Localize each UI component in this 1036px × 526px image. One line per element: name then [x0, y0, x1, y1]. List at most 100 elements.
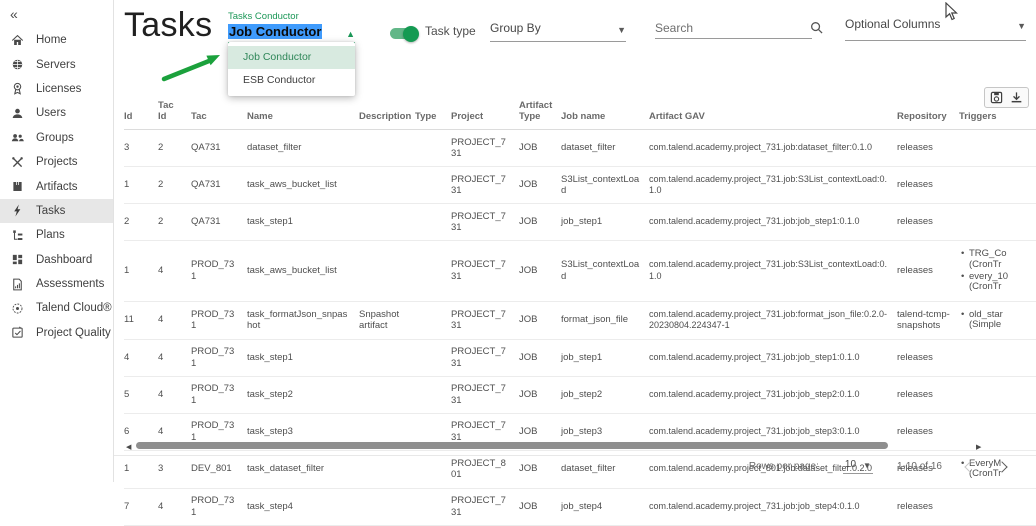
sidebar-item-assessments[interactable]: Assessments: [0, 272, 113, 296]
group-by-select[interactable]: Group By ▼: [490, 21, 626, 42]
cell-type: [415, 301, 451, 339]
cell-tac: PROD_731: [191, 241, 247, 302]
column-header[interactable]: Description: [359, 100, 415, 130]
plans-icon: [10, 228, 25, 243]
task-type-toggle[interactable]: [390, 28, 417, 39]
cell-repository: releases: [897, 376, 959, 413]
cell-job_name: S3List_contextLoad: [561, 241, 649, 302]
sidebar-item-dashboard[interactable]: Dashboard: [0, 248, 113, 272]
conductor-option[interactable]: ESB Conductor: [228, 69, 355, 92]
cell-artifact_gav: com.talend.academy.project_731.job:forma…: [649, 301, 897, 339]
cell-name: task_step2: [247, 376, 359, 413]
sidebar-item-servers[interactable]: Servers: [0, 52, 113, 76]
sidebar-item-label: Tasks: [36, 205, 65, 217]
cell-name: dataset_filter: [247, 130, 359, 167]
sidebar-item-label: Dashboard: [36, 254, 92, 266]
assessments-icon: [10, 277, 25, 292]
table-row[interactable]: 44PROD_731task_step1PROJECT_731JOBjob_st…: [124, 339, 1036, 376]
cell-type: [415, 488, 451, 525]
cell-artifact_gav: com.talend.academy.project_731.job:datas…: [649, 130, 897, 167]
cell-triggers: [959, 413, 1036, 450]
column-header[interactable]: Id: [124, 100, 158, 130]
tasks-conductor-value-box[interactable]: Job Conductor ▲: [228, 22, 355, 44]
scroll-right-arrow[interactable]: ▶: [976, 443, 981, 452]
column-header[interactable]: Tac: [191, 100, 247, 130]
optional-columns-select[interactable]: Optional Columns ▼: [845, 17, 1026, 41]
cell-artifact_type: JOB: [519, 130, 561, 167]
cell-tac_id: 4: [158, 488, 191, 525]
trigger-item: old_star(Simple: [959, 310, 1036, 331]
conductor-option[interactable]: Job Conductor: [228, 46, 355, 69]
group-by-label: Group By: [490, 21, 541, 35]
search-icon[interactable]: [810, 21, 823, 35]
table-row[interactable]: 32QA731dataset_filterPROJECT_731JOBdatas…: [124, 130, 1036, 167]
tasks-conductor-value: Job Conductor: [228, 24, 322, 39]
column-header[interactable]: Artifact GAV: [649, 100, 897, 130]
cell-repository: releases: [897, 241, 959, 302]
cell-description: [359, 376, 415, 413]
cell-repository: talend-tcmp-snapshots: [897, 301, 959, 339]
cell-tac: QA731: [191, 130, 247, 167]
column-header[interactable]: Job name: [561, 100, 649, 130]
rows-per-page-label: Rows per page:: [749, 461, 819, 472]
cell-repository: releases: [897, 167, 959, 204]
sidebar-item-projects[interactable]: Projects: [0, 150, 113, 174]
column-header[interactable]: Project: [451, 100, 519, 130]
sidebar-item-licenses[interactable]: Licenses: [0, 77, 113, 101]
scroll-left-arrow[interactable]: ◀: [126, 443, 131, 452]
cell-artifact_type: JOB: [519, 204, 561, 241]
cell-project: PROJECT_731: [451, 167, 519, 204]
cell-project: PROJECT_731: [451, 376, 519, 413]
table-row[interactable]: 14PROD_731task_aws_bucket_listPROJECT_73…: [124, 241, 1036, 302]
cell-name: task_formatJson_snpashot: [247, 301, 359, 339]
sidebar-item-artifacts[interactable]: Artifacts: [0, 174, 113, 198]
table-row[interactable]: 54PROD_731task_step2PROJECT_731JOBjob_st…: [124, 376, 1036, 413]
sidebar-item-label: Licenses: [36, 83, 81, 95]
table-row[interactable]: 114PROD_731task_formatJson_snpashotSnpas…: [124, 301, 1036, 339]
cell-id: 11: [124, 301, 158, 339]
sidebar-collapse-button[interactable]: «: [0, 0, 113, 26]
cell-tac_id: 2: [158, 204, 191, 241]
column-header[interactable]: Tac Id: [158, 100, 191, 130]
sidebar: « HomeServers Licenses UsersGroupsProjects…: [0, 0, 114, 482]
cell-id: 1: [124, 167, 158, 204]
cell-tac_id: 4: [158, 339, 191, 376]
cell-repository: releases: [897, 488, 959, 525]
table-row[interactable]: 74PROD_731task_step4PROJECT_731JOBjob_st…: [124, 488, 1036, 525]
column-header[interactable]: Repository: [897, 100, 959, 130]
table-row[interactable]: 12QA731task_aws_bucket_listPROJECT_731JO…: [124, 167, 1036, 204]
cell-description: [359, 204, 415, 241]
chevron-down-icon: ▼: [1017, 21, 1026, 31]
sidebar-item-talend-cloud[interactable]: Talend Cloud®: [0, 296, 113, 320]
cell-artifact_type: JOB: [519, 167, 561, 204]
cell-description: [359, 488, 415, 525]
cell-tac_id: 2: [158, 130, 191, 167]
sidebar-item-groups[interactable]: Groups: [0, 126, 113, 150]
cell-triggers: [959, 339, 1036, 376]
next-page-button[interactable]: [996, 461, 1007, 472]
cell-project: PROJECT_731: [451, 130, 519, 167]
column-header[interactable]: Type: [415, 100, 451, 130]
sidebar-nav: HomeServers Licenses UsersGroupsProjectsAr…: [0, 28, 113, 345]
sidebar-item-plans[interactable]: Plans: [0, 223, 113, 247]
sidebar-item-project-quality[interactable]: Project Quality: [0, 321, 113, 345]
tasks-conductor-select[interactable]: Tasks Conductor Job Conductor ▲: [228, 11, 355, 44]
column-header[interactable]: Triggers: [959, 100, 1036, 130]
cell-id: 1: [124, 241, 158, 302]
horizontal-scrollbar-thumb[interactable]: [136, 442, 888, 449]
previous-page-button[interactable]: [964, 461, 975, 472]
cell-type: [415, 241, 451, 302]
sidebar-item-users[interactable]: Users: [0, 101, 113, 125]
search-input[interactable]: [655, 21, 810, 35]
cell-artifact_type: JOB: [519, 376, 561, 413]
cell-tac: PROD_731: [191, 339, 247, 376]
table-row[interactable]: 22QA731task_step1PROJECT_731JOBjob_step1…: [124, 204, 1036, 241]
cell-triggers: [959, 376, 1036, 413]
column-header[interactable]: Name: [247, 100, 359, 130]
column-header[interactable]: Artifact Type: [519, 100, 561, 130]
sidebar-item-home[interactable]: Home: [0, 28, 113, 52]
pagination-range: 1-10 of 16: [897, 461, 942, 472]
sidebar-item-tasks[interactable]: Tasks: [0, 199, 113, 223]
rows-per-page-select[interactable]: 10 ▼: [843, 459, 873, 474]
chevron-down-icon: ▼: [617, 25, 626, 35]
